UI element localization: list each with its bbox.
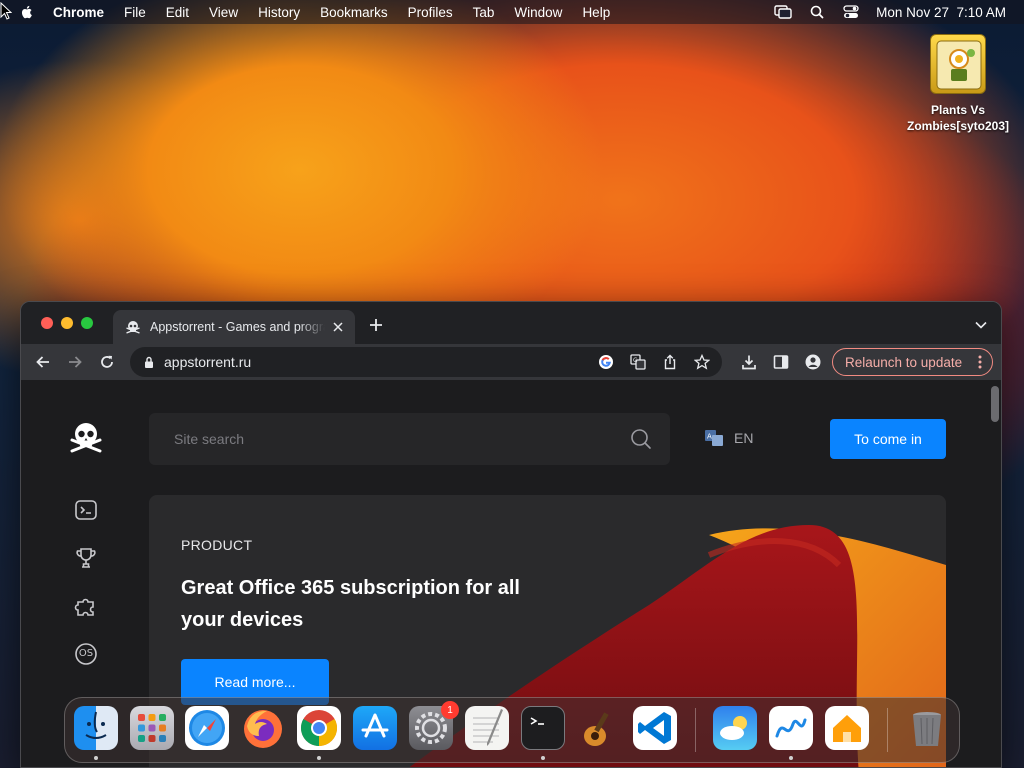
terminal-icon[interactable] xyxy=(74,498,98,522)
menu-history[interactable]: History xyxy=(258,5,300,20)
window-controls xyxy=(41,317,93,329)
game-folder-icon xyxy=(930,34,986,94)
trophy-icon[interactable] xyxy=(74,546,98,570)
hero-kicker: PRODUCT xyxy=(181,537,253,553)
search-icon[interactable] xyxy=(630,428,652,450)
apple-icon[interactable] xyxy=(19,4,35,20)
freeform-running-indicator xyxy=(789,756,793,760)
dock-safari-icon[interactable] xyxy=(185,706,229,750)
tab-title: Appstorrent - Games and programs xyxy=(150,320,325,334)
downloads-icon[interactable] xyxy=(741,354,757,370)
menubar-clock[interactable]: Mon Nov 27 7:10 AM xyxy=(876,5,1006,20)
forward-arrow-icon[interactable] xyxy=(67,354,83,370)
control-center-icon[interactable] xyxy=(842,5,860,19)
dock-launchpad-icon[interactable] xyxy=(130,706,174,750)
menu-app-chrome[interactable]: Chrome xyxy=(53,5,104,20)
desktop-icon-label-line2: Zombies[syto203] xyxy=(906,119,1010,133)
translate-icon[interactable]: G xyxy=(630,354,646,370)
menu-profiles[interactable]: Profiles xyxy=(408,5,453,20)
google-lens-icon[interactable] xyxy=(598,354,614,370)
svg-text:A: A xyxy=(707,433,712,441)
address-bar[interactable]: appstorrent.ru G xyxy=(130,347,722,377)
dock-chrome-icon[interactable] xyxy=(297,706,341,750)
menu-file[interactable]: File xyxy=(124,5,146,20)
os-icon[interactable]: OS xyxy=(74,642,98,666)
menu-view[interactable]: View xyxy=(209,5,238,20)
dock-separator xyxy=(695,708,696,752)
tab-search-chevron-icon[interactable] xyxy=(975,321,987,329)
dock-home-icon[interactable] xyxy=(825,706,869,750)
site-search-input[interactable] xyxy=(174,431,630,447)
share-icon[interactable] xyxy=(662,354,678,370)
os-icon-label: OS xyxy=(78,648,94,659)
new-tab-icon[interactable] xyxy=(368,317,384,333)
language-switcher[interactable]: A EN xyxy=(705,429,753,447)
browser-toolbar: appstorrent.ru G Relaunch to update xyxy=(21,344,1001,380)
side-panel-icon[interactable] xyxy=(773,354,789,370)
skull-favicon-icon xyxy=(126,321,140,334)
site-search-box[interactable] xyxy=(149,413,670,465)
minimize-window-button[interactable] xyxy=(61,317,73,329)
back-arrow-icon[interactable] xyxy=(35,354,51,370)
relaunch-label: Relaunch to update xyxy=(845,354,963,370)
hero-headline: Great Office 365 subscription for all yo… xyxy=(181,577,520,631)
lock-icon[interactable] xyxy=(144,356,154,369)
puzzle-icon[interactable] xyxy=(74,594,98,618)
reload-icon[interactable] xyxy=(99,354,115,370)
profile-icon[interactable] xyxy=(805,354,821,370)
screen-mirroring-icon[interactable] xyxy=(774,5,792,19)
language-label: EN xyxy=(734,430,754,446)
dock-finder-icon[interactable] xyxy=(74,706,118,750)
menu-edit[interactable]: Edit xyxy=(166,5,189,20)
dock: 1 xyxy=(64,697,960,763)
spotlight-search-icon[interactable] xyxy=(808,5,826,19)
menubar: Chrome File Edit View History Bookmarks … xyxy=(0,0,1024,24)
dock-garageband-icon[interactable] xyxy=(577,706,621,750)
terminal-running-indicator xyxy=(541,756,545,760)
dock-weather-icon[interactable] xyxy=(713,706,757,750)
url-text[interactable]: appstorrent.ru xyxy=(164,354,598,370)
tab-appstorrent[interactable]: Appstorrent - Games and programs xyxy=(113,310,355,344)
dock-trash-icon[interactable] xyxy=(905,706,949,750)
dock-app-store-icon[interactable] xyxy=(353,706,397,750)
chrome-menu-icon[interactable] xyxy=(978,355,982,369)
close-tab-icon[interactable] xyxy=(331,320,345,334)
svg-text:G: G xyxy=(633,357,638,364)
tab-strip: Appstorrent - Games and programs xyxy=(21,302,1001,344)
dock-textedit-icon[interactable] xyxy=(465,706,509,750)
desktop-icon-label-line1: Plants Vs xyxy=(930,103,986,117)
page-scrollbar[interactable] xyxy=(991,386,999,422)
dock-firefox-icon[interactable] xyxy=(241,706,285,750)
mouse-cursor-icon xyxy=(0,2,12,20)
finder-running-indicator xyxy=(94,756,98,760)
system-settings-badge: 1 xyxy=(441,701,459,719)
menu-help[interactable]: Help xyxy=(582,5,610,20)
menu-bookmarks[interactable]: Bookmarks xyxy=(320,5,388,20)
desktop-icon-plants-vs-zombies[interactable]: Plants Vs Zombies[syto203] xyxy=(898,34,1018,134)
dock-separator-trash xyxy=(887,708,888,752)
close-window-button[interactable] xyxy=(41,317,53,329)
dock-terminal-icon[interactable] xyxy=(521,706,565,750)
chrome-running-indicator xyxy=(317,756,321,760)
zoom-window-button[interactable] xyxy=(81,317,93,329)
translate-language-icon: A xyxy=(705,430,723,446)
menu-tab[interactable]: Tab xyxy=(473,5,495,20)
skull-logo-icon[interactable] xyxy=(69,420,103,454)
login-button[interactable]: To come in xyxy=(830,419,946,459)
dock-vscode-icon[interactable] xyxy=(633,706,677,750)
dock-freeform-icon[interactable] xyxy=(769,706,813,750)
bookmark-star-icon[interactable] xyxy=(694,354,710,370)
relaunch-to-update-button[interactable]: Relaunch to update xyxy=(832,348,993,376)
menu-window[interactable]: Window xyxy=(514,5,562,20)
